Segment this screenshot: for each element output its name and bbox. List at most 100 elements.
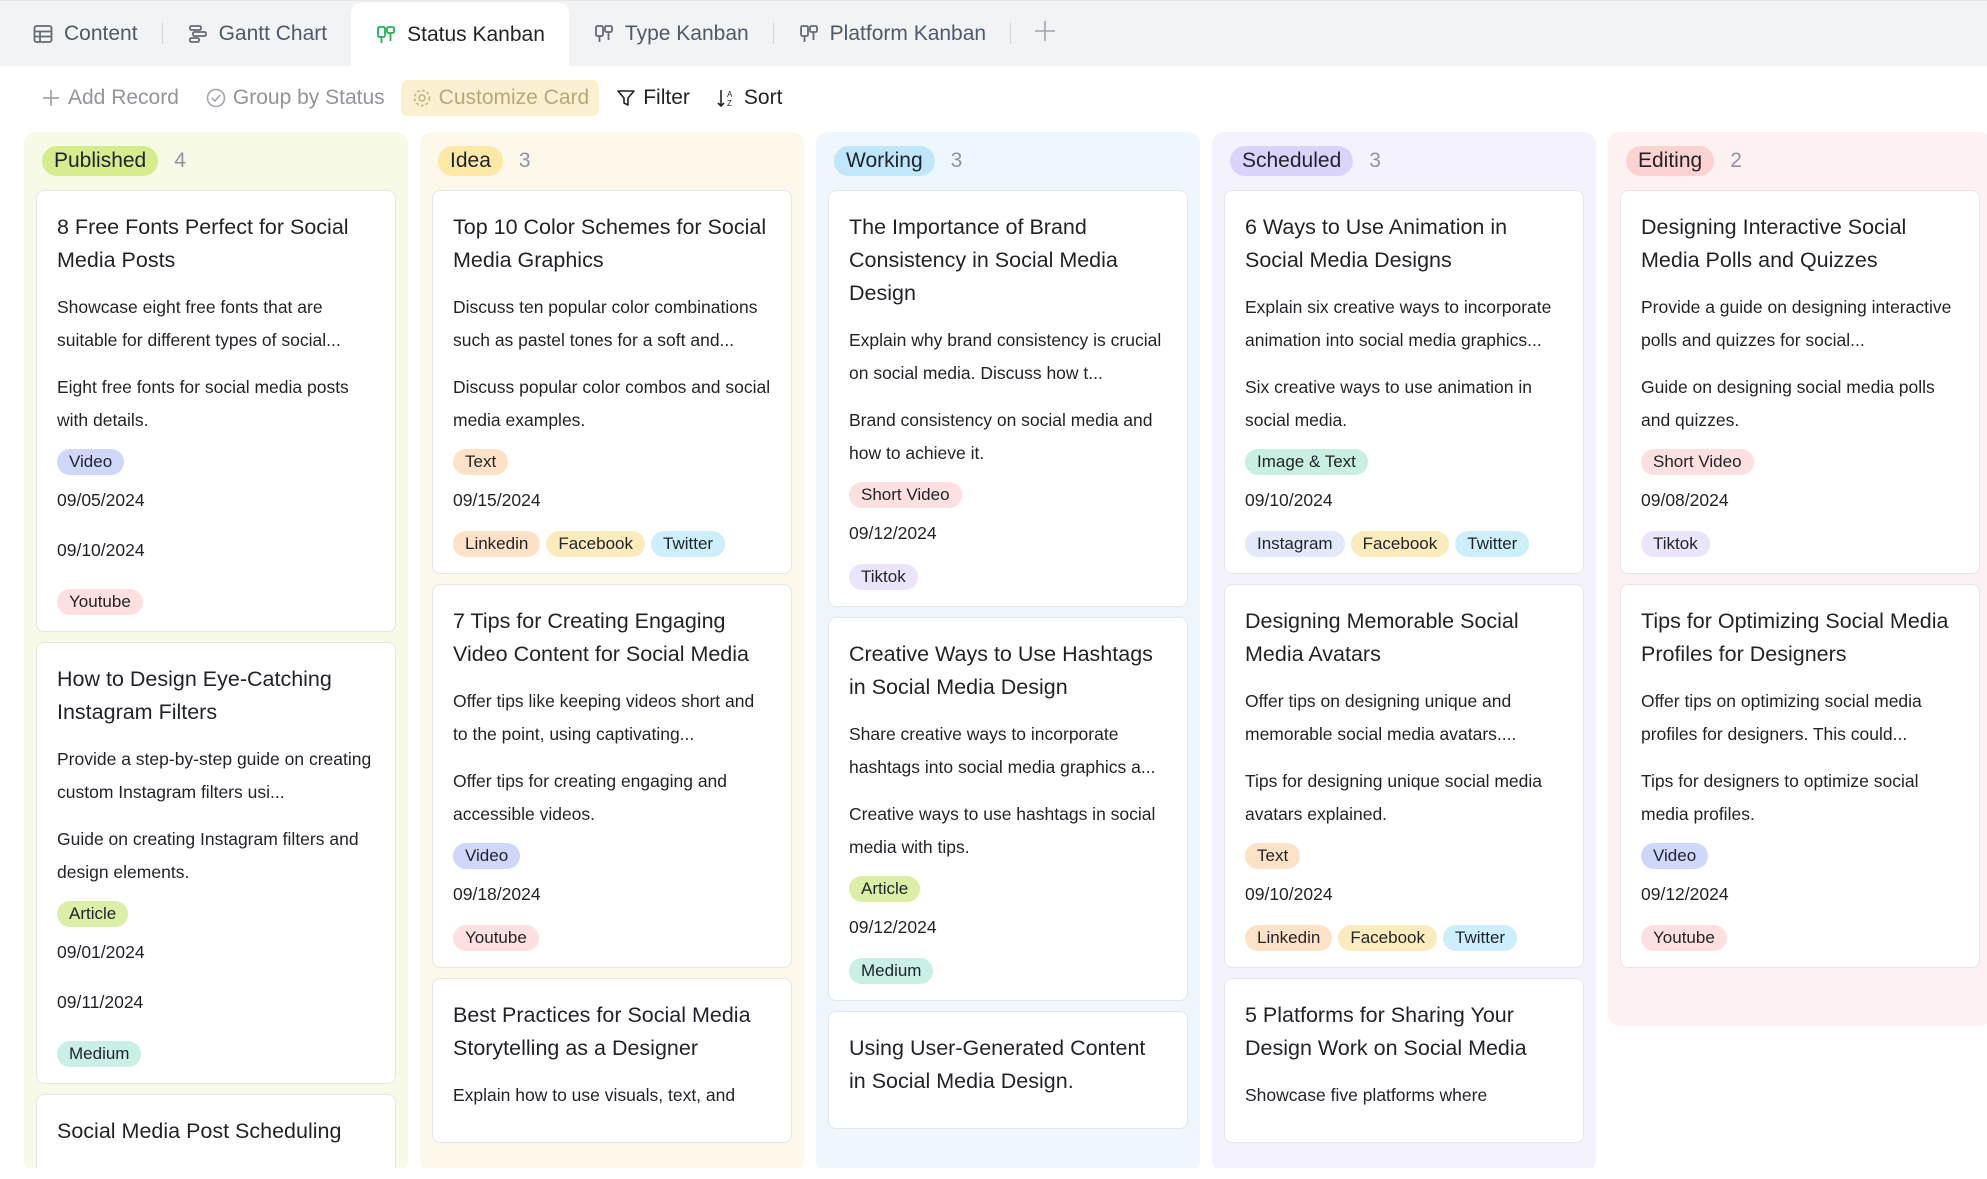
card-summary: Offer tips for creating engaging and acc… — [453, 771, 728, 824]
card-title: Creative Ways to Use Hashtags in Social … — [849, 642, 1153, 699]
publish-date: 09/10/2024 — [1245, 490, 1333, 510]
status-pill[interactable]: Idea — [438, 146, 503, 176]
card-title: The Importance of Brand Consistency in S… — [849, 215, 1118, 305]
platform-tag: Youtube — [1641, 925, 1727, 951]
tab-label: Type Kanban — [624, 21, 749, 45]
filter-label: Filter — [643, 86, 690, 109]
filter-icon — [615, 87, 637, 109]
card-title: 5 Platforms for Sharing Your Design Work… — [1245, 1003, 1527, 1060]
card-title: Best Practices for Social Media Storytel… — [453, 1003, 751, 1060]
sort-button[interactable]: AZ Sort — [706, 80, 793, 116]
type-tag: Video — [57, 449, 125, 475]
kanban-card[interactable]: Social Media Post Scheduling — [36, 1094, 396, 1168]
platform-tag: Youtube — [453, 925, 539, 951]
tab-gantt-chart[interactable]: Gantt Chart — [163, 1, 352, 66]
card-title: Designing Interactive Social Media Polls… — [1641, 215, 1907, 272]
publish-date: 09/15/2024 — [453, 490, 541, 510]
kanban-card[interactable]: How to Design Eye-Catching Instagram Fil… — [36, 642, 396, 1084]
table-icon — [32, 23, 54, 45]
tab-label: Status Kanban — [407, 22, 545, 46]
card-title: 6 Ways to Use Animation in Social Media … — [1245, 215, 1508, 272]
card-summary: Tips for designing unique social media a… — [1245, 771, 1543, 824]
platform-tag: Linkedin — [1245, 925, 1333, 951]
card-summary: Guide on creating Instagram filters and … — [57, 829, 359, 882]
platform-tag: Twitter — [1443, 925, 1518, 951]
group-by-button[interactable]: Group by Status — [195, 80, 395, 116]
platform-tag: Facebook — [546, 531, 645, 557]
kanban-card[interactable]: The Importance of Brand Consistency in S… — [828, 190, 1188, 607]
column-header: Working 3 — [828, 142, 1188, 180]
publish-date: 09/10/2024 — [1245, 884, 1333, 904]
kanban-card[interactable]: Creative Ways to Use Hashtags in Social … — [828, 617, 1188, 1001]
publish-date: 09/01/2024 — [57, 942, 145, 962]
card-title: Social Media Post Scheduling — [57, 1119, 342, 1143]
check-circle-icon — [205, 87, 227, 109]
card-title: How to Design Eye-Catching Instagram Fil… — [57, 667, 332, 724]
card-title: 7 Tips for Creating Engaging Video Conte… — [453, 609, 750, 666]
type-tag: Video — [453, 843, 521, 869]
status-pill[interactable]: Working — [834, 146, 935, 176]
kanban-card[interactable]: 5 Platforms for Sharing Your Design Work… — [1224, 978, 1584, 1143]
type-tag: Text — [1245, 843, 1301, 869]
status-pill[interactable]: Editing — [1626, 146, 1715, 176]
column-header: Published 4 — [36, 142, 396, 180]
sort-label: Sort — [743, 86, 783, 109]
filter-button[interactable]: Filter — [605, 80, 700, 116]
kanban-card[interactable]: 6 Ways to Use Animation in Social Media … — [1224, 190, 1584, 574]
view-toolbar: Add Record Group by Status Customize Car… — [0, 66, 1987, 130]
add-view-button[interactable] — [1011, 1, 1079, 66]
status-pill[interactable]: Scheduled — [1230, 146, 1354, 176]
card-description: Provide a step-by-step guide on creating… — [57, 749, 372, 802]
column-count: 3 — [518, 149, 531, 172]
plus-icon — [40, 87, 62, 109]
kanban-card[interactable]: Top 10 Color Schemes for Social Media Gr… — [432, 190, 792, 574]
column-working: Working 3 The Importance of Brand Consis… — [816, 132, 1200, 1168]
due-date: 09/10/2024 — [57, 540, 145, 560]
platform-tag: Medium — [57, 1041, 142, 1067]
group-by-label: Group by Status — [232, 86, 385, 109]
card-description: Explain six creative ways to incorporate… — [1245, 297, 1552, 350]
publish-date: 09/18/2024 — [453, 884, 541, 904]
card-title: Using User-Generated Content in Social M… — [849, 1036, 1146, 1093]
kanban-card[interactable]: Using User-Generated Content in Social M… — [828, 1011, 1188, 1129]
publish-date: 09/12/2024 — [849, 523, 937, 543]
card-description: Showcase eight free fonts that are suita… — [57, 297, 341, 350]
type-tag: Article — [57, 901, 129, 927]
type-tag: Video — [1641, 843, 1709, 869]
type-tag: Text — [453, 449, 509, 475]
tab-platform-kanban[interactable]: Platform Kanban — [774, 1, 1010, 66]
card-description: Discuss ten popular color combinations s… — [453, 297, 758, 350]
kanban-card[interactable]: 7 Tips for Creating Engaging Video Conte… — [432, 584, 792, 968]
card-title: 8 Free Fonts Perfect for Social Media Po… — [57, 215, 349, 272]
status-pill[interactable]: Published — [42, 146, 159, 176]
kanban-card[interactable]: Best Practices for Social Media Storytel… — [432, 978, 792, 1143]
platform-tag: Twitter — [651, 531, 726, 557]
kanban-icon — [375, 24, 397, 46]
publish-date: 09/12/2024 — [1641, 884, 1729, 904]
card-summary: Tips for designers to optimize social me… — [1641, 771, 1919, 824]
column-published: Published 4 8 Free Fonts Perfect for Soc… — [24, 132, 408, 1168]
kanban-card[interactable]: Designing Interactive Social Media Polls… — [1620, 190, 1980, 574]
tab-status-kanban[interactable]: Status Kanban — [351, 3, 569, 66]
card-title: Tips for Optimizing Social Media Profile… — [1641, 609, 1949, 666]
card-summary: Guide on designing social media polls an… — [1641, 377, 1935, 430]
kanban-card[interactable]: Tips for Optimizing Social Media Profile… — [1620, 584, 1980, 968]
kanban-card[interactable]: Designing Memorable Social Media Avatars… — [1224, 584, 1584, 968]
tab-type-kanban[interactable]: Type Kanban — [569, 1, 773, 66]
type-tag: Short Video — [849, 482, 962, 508]
column-scheduled: Scheduled 3 6 Ways to Use Animation in S… — [1212, 132, 1596, 1168]
add-record-button[interactable]: Add Record — [30, 80, 189, 116]
card-title: Top 10 Color Schemes for Social Media Gr… — [453, 215, 767, 272]
customize-card-label: Customize Card — [438, 86, 590, 109]
card-description: Share creative ways to incorporate hasht… — [849, 724, 1156, 777]
customize-card-button[interactable]: Customize Card — [400, 80, 600, 116]
kanban-card[interactable]: 8 Free Fonts Perfect for Social Media Po… — [36, 190, 396, 632]
column-editing: Editing 2 Designing Interactive Social M… — [1608, 132, 1987, 1026]
gantt-icon — [187, 23, 209, 45]
platform-tag: Twitter — [1455, 531, 1530, 557]
platform-tag: Medium — [849, 958, 934, 984]
card-description: Explain how to use visuals, text, and — [453, 1085, 736, 1105]
tab-content[interactable]: Content — [8, 1, 162, 66]
view-tab-bar: Content Gantt Chart Status Kanban Type K… — [0, 0, 1987, 66]
column-header: Editing 2 — [1620, 142, 1980, 180]
